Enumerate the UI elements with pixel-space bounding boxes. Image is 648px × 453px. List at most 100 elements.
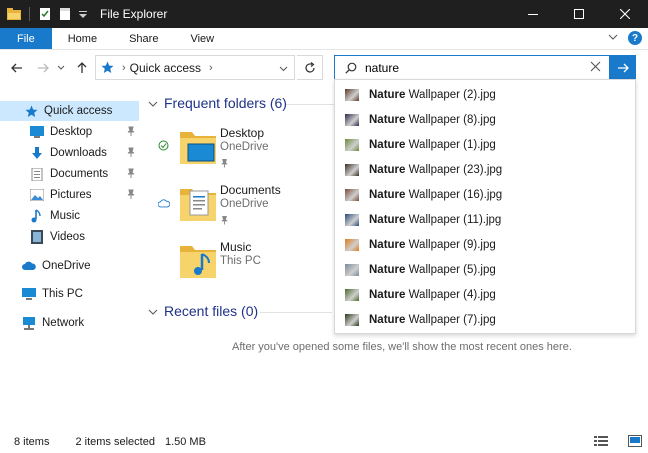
suggestion-item[interactable]: Nature Wallpaper (5).jpg [335, 257, 635, 282]
sidebar-item-label: Videos [50, 231, 85, 243]
status-bar: 8 items 2 items selected 1.50 MB [0, 431, 648, 453]
arrow-right-icon [38, 63, 49, 73]
arrow-left-icon [11, 63, 22, 73]
sidebar-item-downloads[interactable]: Downloads [0, 143, 139, 163]
sidebar-item-this-pc[interactable]: This PC [0, 284, 139, 304]
suggestion-match: Nature [369, 263, 406, 276]
image-thumbnail-icon [345, 188, 359, 201]
suggestion-item[interactable]: Nature Wallpaper (11).jpg [335, 207, 635, 232]
search-input[interactable] [365, 60, 565, 75]
sidebar-item-documents[interactable]: Documents [0, 164, 139, 184]
star-icon [24, 104, 38, 118]
chevron-down-icon [57, 65, 65, 70]
frequent-folders-header[interactable]: Frequent folders (6) [148, 95, 287, 111]
recent-locations-button[interactable] [50, 57, 72, 79]
suggestion-item[interactable]: Nature Wallpaper (9).jpg [335, 232, 635, 257]
sidebar-item-music[interactable]: Music [0, 206, 139, 226]
refresh-icon [304, 61, 315, 73]
pin-icon [220, 214, 229, 228]
up-button[interactable] [71, 57, 93, 79]
suggestion-rest: Wallpaper (1).jpg [405, 138, 496, 151]
tab-home[interactable]: Home [52, 28, 113, 49]
sidebar-item-label: Music [50, 210, 81, 222]
search-go-button[interactable] [610, 55, 636, 80]
close-button[interactable] [602, 0, 648, 28]
sidebar-item-videos[interactable]: Videos [0, 227, 139, 247]
suggestion-rest: Wallpaper (8).jpg [405, 113, 496, 126]
tab-file[interactable]: File [0, 28, 52, 49]
pin-icon [126, 189, 136, 202]
customize-toolbar-icon[interactable] [78, 7, 92, 21]
sidebar-item-label: OneDrive [42, 260, 91, 272]
pin-icon [126, 126, 136, 139]
refresh-button[interactable] [297, 55, 323, 80]
image-thumbnail-icon [345, 213, 359, 226]
title-bar: File Explorer [0, 0, 648, 28]
navigation-pane: Quick access Desktop Downloads Documents… [0, 86, 140, 431]
suggestion-rest: Wallpaper (4).jpg [405, 288, 496, 301]
suggestion-item[interactable]: Nature Wallpaper (2).jpg [335, 82, 635, 107]
synced-check-icon [158, 140, 169, 154]
folder-location: OneDrive [220, 198, 269, 210]
suggestion-item[interactable]: Nature Wallpaper (7).jpg [335, 307, 635, 332]
image-thumbnail-icon [345, 88, 359, 101]
suggestion-item[interactable]: Nature Wallpaper (1).jpg [335, 132, 635, 157]
tab-share[interactable]: Share [113, 28, 174, 49]
image-thumbnail-icon [345, 238, 359, 251]
suggestion-rest: Wallpaper (2).jpg [405, 88, 496, 101]
suggestion-match: Nature [369, 163, 406, 176]
frequent-folder-documents[interactable]: Documents OneDrive [140, 183, 340, 239]
sidebar-item-onedrive[interactable]: OneDrive [0, 256, 139, 276]
breadcrumb-quick-access[interactable]: Quick access [130, 61, 201, 75]
clear-search-button[interactable] [590, 61, 601, 75]
folder-app-icon[interactable] [7, 7, 21, 21]
arrow-right-icon [618, 63, 629, 72]
close-icon [590, 61, 601, 72]
sidebar-item-pictures[interactable]: Pictures [0, 185, 139, 205]
selection-count: 2 items selected [75, 436, 155, 448]
sidebar-item-label: This PC [42, 288, 83, 300]
new-folder-icon[interactable] [58, 7, 72, 21]
suggestion-item[interactable]: Nature Wallpaper (4).jpg [335, 282, 635, 307]
suggestion-match: Nature [369, 188, 406, 201]
minimize-icon [528, 14, 538, 15]
details-view-button[interactable] [594, 435, 608, 450]
maximize-button[interactable] [556, 0, 602, 28]
cloud-status-icon [157, 197, 171, 211]
tab-view[interactable]: View [174, 28, 230, 49]
suggestion-item[interactable]: Nature Wallpaper (23).jpg [335, 157, 635, 182]
address-history-dropdown[interactable] [279, 62, 288, 76]
network-icon [22, 316, 36, 330]
music-folder-icon [178, 240, 218, 284]
sidebar-item-desktop[interactable]: Desktop [0, 122, 139, 142]
chevron-down-icon [148, 303, 158, 319]
breadcrumb-chevron-icon[interactable]: › [209, 62, 213, 74]
back-button[interactable] [6, 57, 28, 79]
chevron-down-icon [279, 66, 288, 72]
pin-icon [220, 157, 229, 171]
frequent-folder-music[interactable]: Music This PC [140, 240, 340, 296]
recent-files-header[interactable]: Recent files (0) [148, 303, 258, 319]
breadcrumb-separator-icon: › [122, 61, 126, 74]
cloud-icon [22, 259, 36, 273]
suggestion-item[interactable]: Nature Wallpaper (8).jpg [335, 107, 635, 132]
sidebar-item-quick-access[interactable]: Quick access [0, 101, 139, 121]
maximize-icon [574, 9, 584, 19]
expand-ribbon-icon[interactable] [608, 31, 618, 45]
sidebar-item-label: Quick access [44, 105, 113, 117]
suggestion-match: Nature [369, 288, 406, 301]
minimize-button[interactable] [510, 0, 556, 28]
computer-icon [22, 287, 36, 301]
suggestion-match: Nature [369, 113, 406, 126]
properties-icon[interactable] [38, 7, 52, 21]
suggestion-item[interactable]: Nature Wallpaper (16).jpg [335, 182, 635, 207]
videos-icon [30, 230, 44, 244]
address-bar[interactable]: › Quick access › [95, 55, 295, 80]
help-icon[interactable]: ? [628, 31, 642, 45]
music-icon [30, 209, 44, 223]
frequent-folder-desktop[interactable]: Desktop OneDrive [140, 126, 340, 182]
sidebar-item-network[interactable]: Network [0, 313, 139, 333]
search-box[interactable] [334, 55, 610, 80]
chevron-down-icon [148, 95, 158, 111]
large-icons-view-button[interactable] [628, 435, 642, 450]
